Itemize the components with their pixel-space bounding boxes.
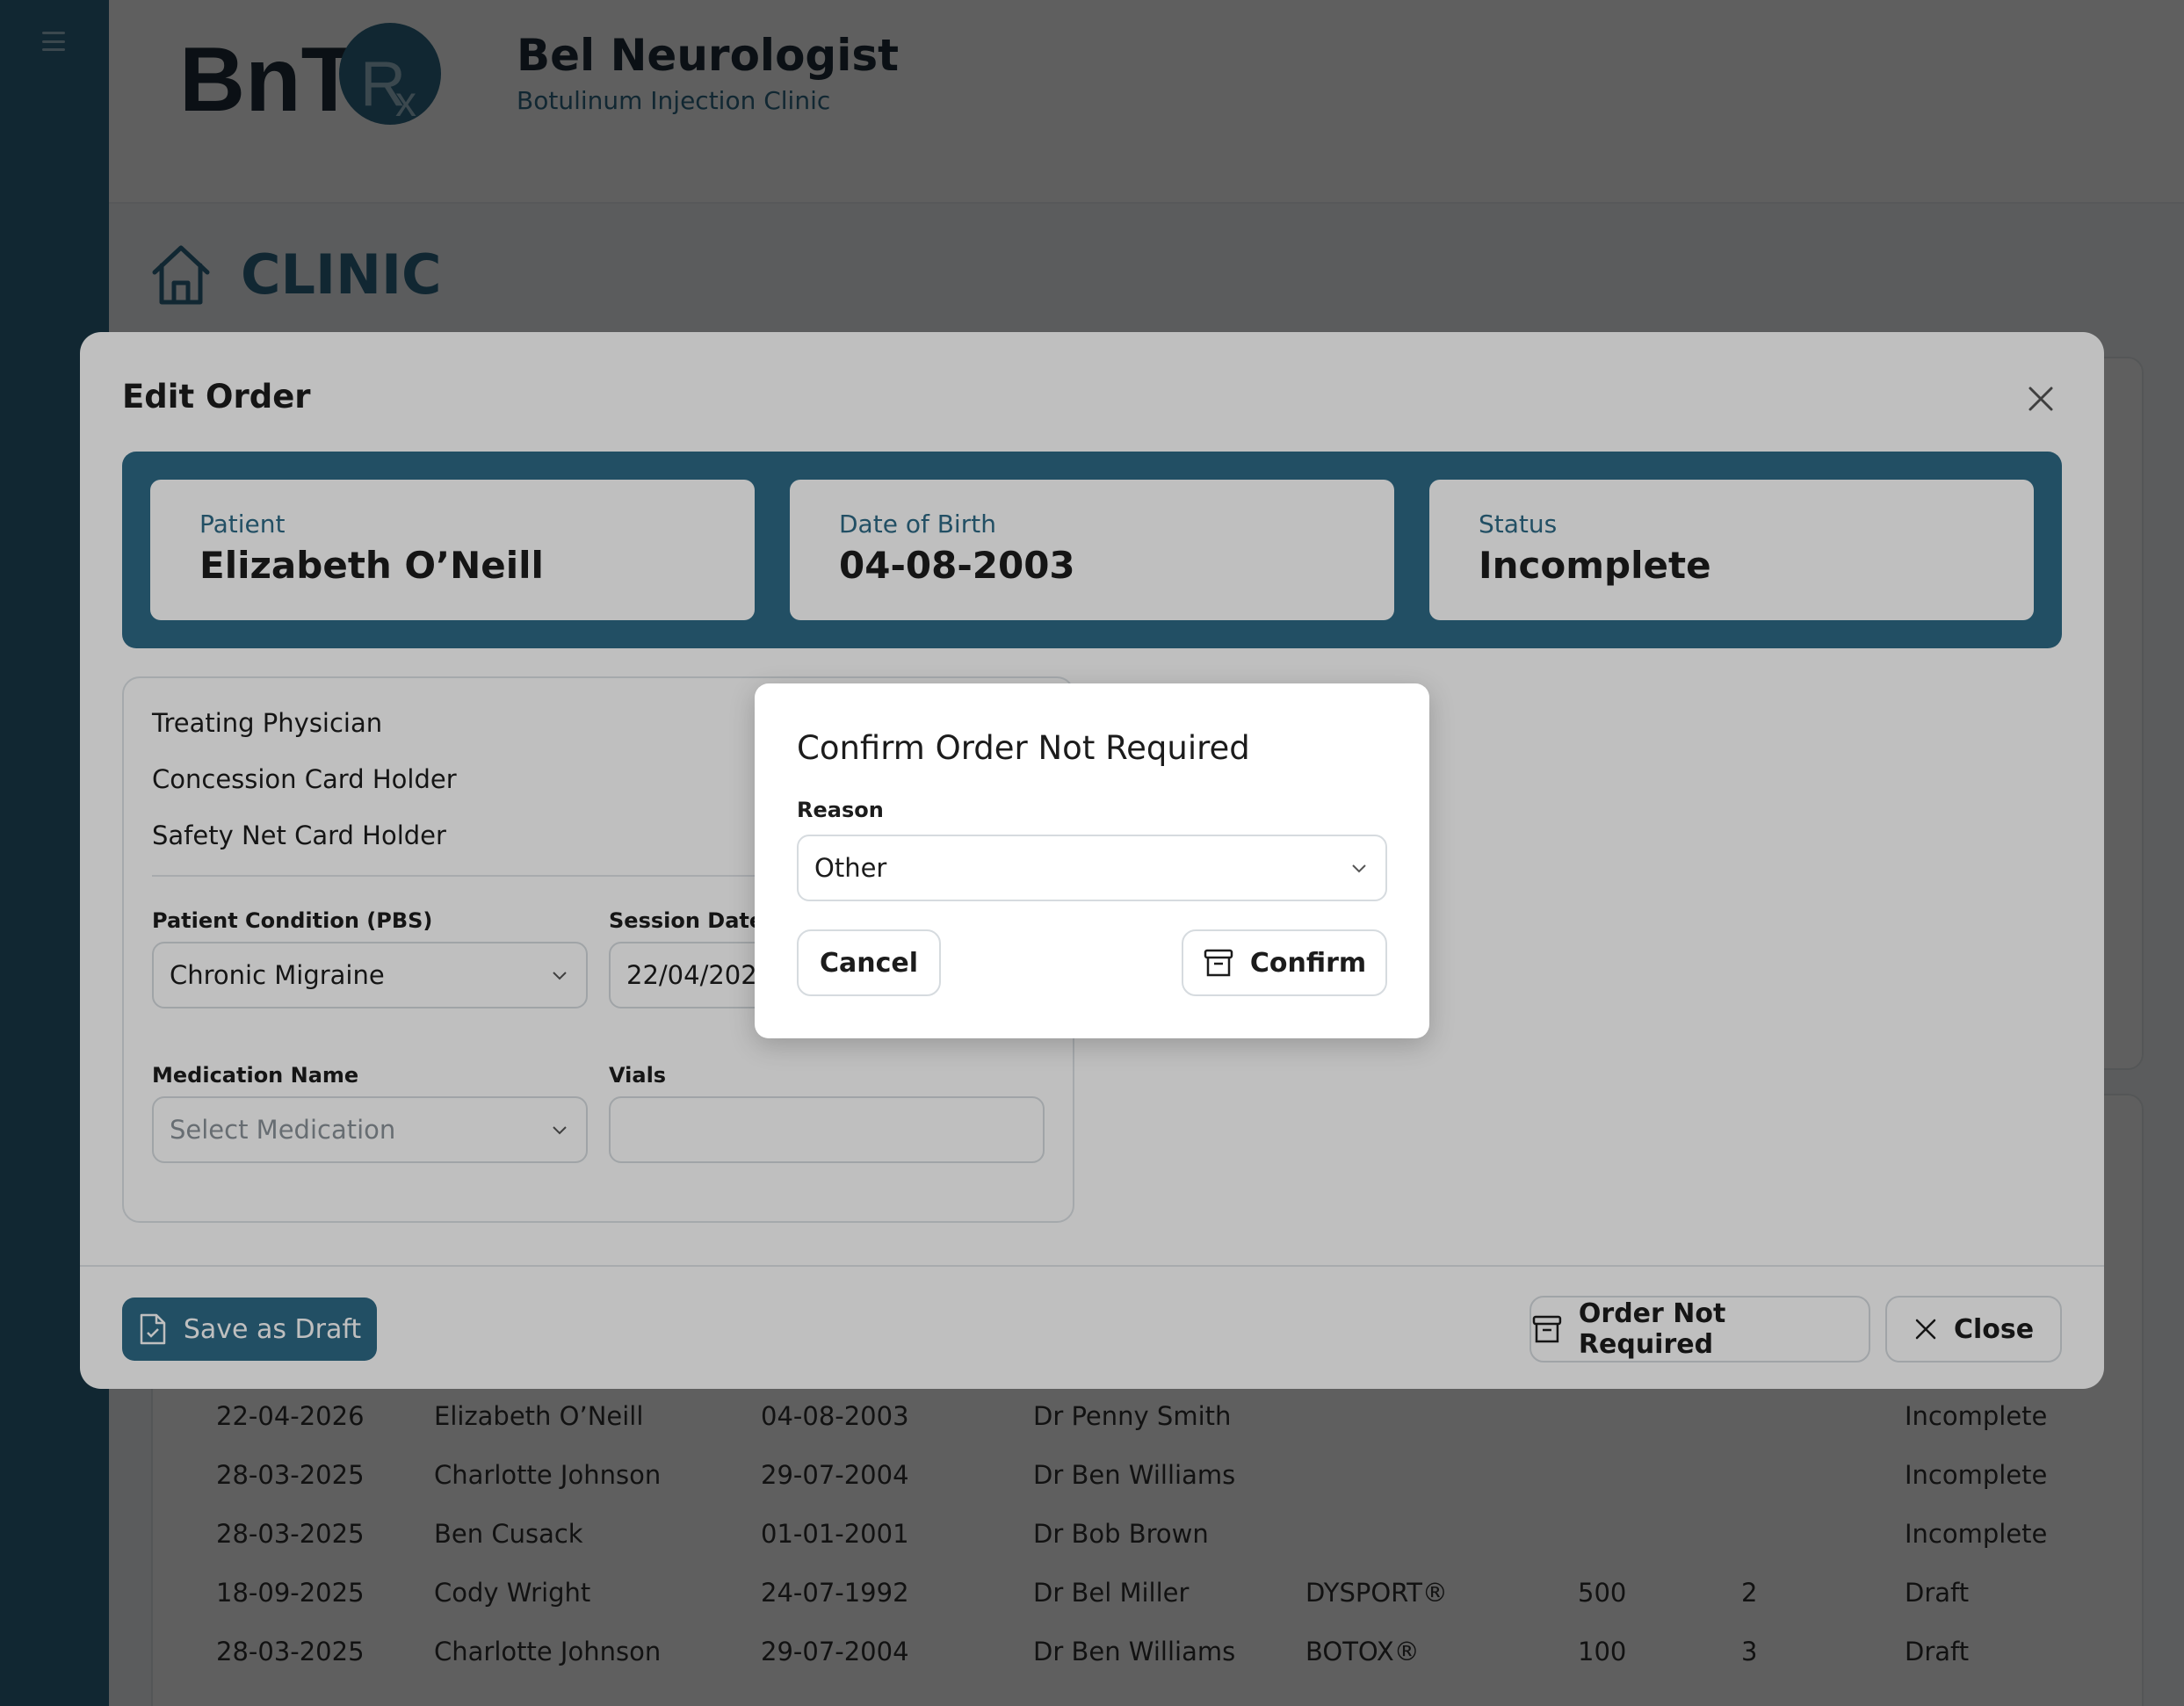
cancel-button[interactable]: Cancel xyxy=(797,929,941,996)
dialog-title: Confirm Order Not Required xyxy=(797,729,1250,767)
cancel-label: Cancel xyxy=(819,947,919,979)
confirm-label: Confirm xyxy=(1249,947,1367,979)
reason-select[interactable]: Other xyxy=(797,835,1387,901)
reason-label: Reason xyxy=(797,798,884,822)
archive-icon xyxy=(1204,949,1233,977)
confirm-not-required-dialog: Confirm Order Not Required Reason Other … xyxy=(755,683,1429,1038)
confirm-button[interactable]: Confirm xyxy=(1182,929,1387,996)
chevron-down-icon xyxy=(1352,864,1366,873)
reason-value: Other xyxy=(814,853,887,883)
